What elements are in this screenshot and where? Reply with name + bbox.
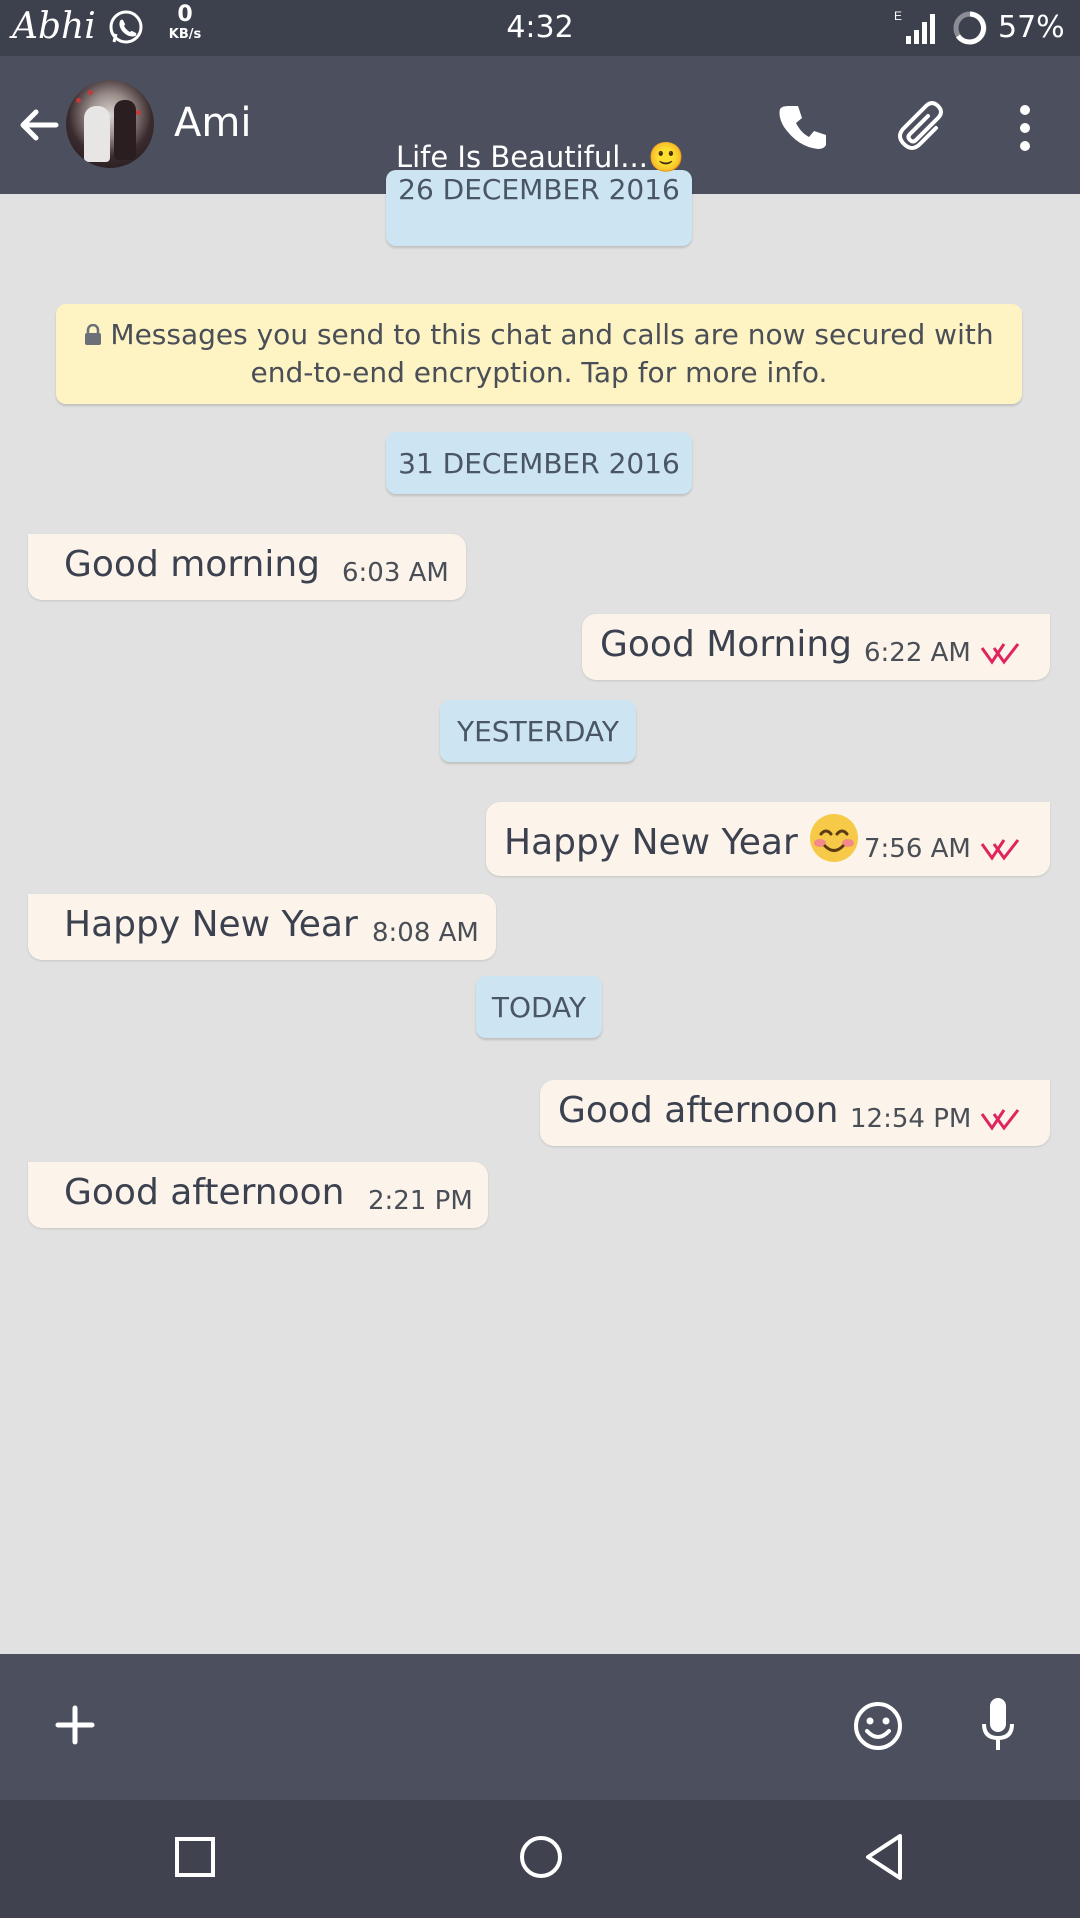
signal-icon: E	[894, 9, 935, 44]
message-incoming[interactable]: Good afternoon 2:21 PM	[28, 1162, 488, 1228]
plus-icon[interactable]	[50, 1700, 100, 1750]
message-text: Happy New Year	[64, 904, 358, 945]
system-navigation-bar	[0, 1800, 1080, 1918]
status-bar: Abhi 0 KB/s 4:32 E 57%	[0, 0, 1080, 56]
read-ticks-icon	[980, 839, 1020, 861]
contact-status-emoji: 🙂	[647, 140, 685, 174]
encryption-notice-line1: Messages you send to this chat and calls…	[110, 318, 994, 351]
microphone-icon[interactable]	[978, 1696, 1018, 1754]
message-time: 6:22 AM	[864, 638, 971, 668]
battery-percent: 57%	[998, 10, 1065, 45]
contact-status: Life Is Beautiful...🙂	[0, 140, 1080, 175]
message-incoming[interactable]: Good morning 6:03 AM	[28, 534, 466, 600]
smiling-blush-emoji-icon	[809, 814, 858, 862]
date-separator-cut: 26 DECEMBER 2016	[386, 170, 692, 246]
encryption-notice-line2: end-to-end encryption. Tap for more info…	[250, 356, 828, 389]
message-outgoing[interactable]: Happy New Year 7:56 AM	[486, 802, 1050, 876]
date-separator: TODAY	[476, 976, 602, 1038]
date-separator: 31 DECEMBER 2016	[386, 432, 692, 494]
recent-apps-icon[interactable]	[174, 1836, 216, 1878]
message-outgoing[interactable]: Good afternoon 12:54 PM	[540, 1080, 1050, 1146]
network-type: E	[894, 9, 902, 23]
message-text: Good afternoon	[64, 1172, 345, 1213]
emoji-icon[interactable]	[852, 1700, 904, 1752]
message-time: 12:54 PM	[850, 1104, 972, 1134]
encryption-notice[interactable]: Messages you send to this chat and calls…	[56, 304, 1022, 404]
contact-status-text: Life Is Beautiful...	[395, 140, 648, 174]
message-time: 6:03 AM	[342, 558, 449, 588]
message-outgoing[interactable]: Good Morning 6:22 AM	[582, 614, 1050, 680]
message-text: Good morning	[64, 544, 320, 585]
message-input-bar[interactable]	[0, 1654, 1080, 1800]
message-time: 2:21 PM	[368, 1186, 473, 1216]
read-ticks-icon	[980, 1109, 1020, 1131]
message-time: 8:08 AM	[372, 918, 479, 948]
date-separator: YESTERDAY	[440, 700, 636, 762]
message-incoming[interactable]: Happy New Year 8:08 AM	[28, 894, 496, 960]
home-icon[interactable]	[518, 1834, 564, 1880]
message-text: Good Morning	[600, 624, 852, 665]
message-text-content: Happy New Year	[504, 822, 798, 863]
read-ticks-icon	[980, 643, 1020, 665]
lock-icon	[85, 324, 102, 345]
message-text: Happy New Year	[504, 812, 860, 864]
battery-icon	[953, 11, 987, 45]
message-time: 7:56 AM	[864, 834, 971, 864]
nav-back-icon[interactable]	[862, 1832, 906, 1882]
message-text: Good afternoon	[558, 1090, 839, 1131]
chat-area[interactable]: 26 DECEMBER 2016 Messages you send to th…	[0, 170, 1080, 1654]
